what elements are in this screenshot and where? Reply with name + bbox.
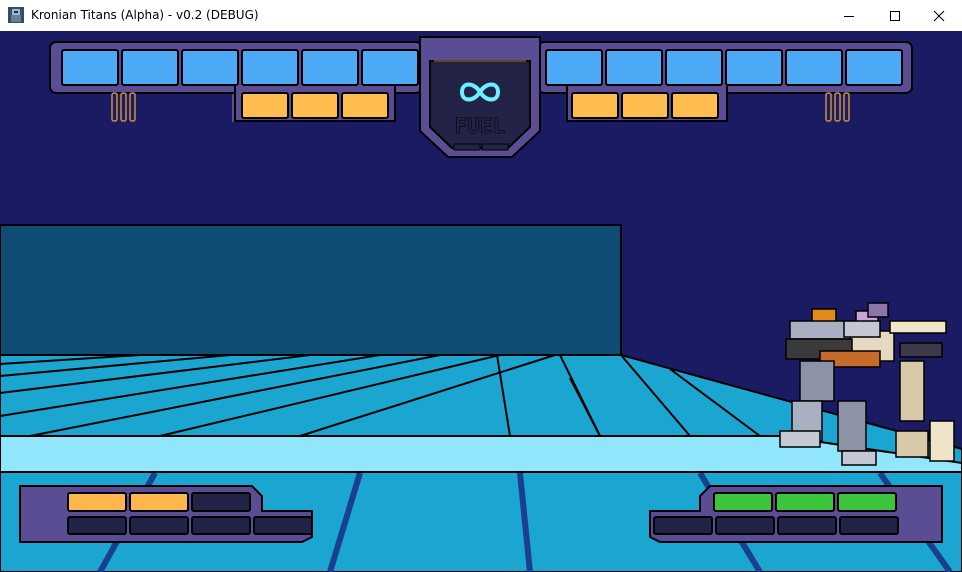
player-2-health-segment (653, 516, 713, 535)
game-viewport[interactable]: FUEL (0, 31, 962, 572)
player-1-health-segment (129, 516, 189, 535)
window-title: Kronian Titans (Alpha) - v0.2 (DEBUG) (31, 8, 259, 22)
back-wall (0, 224, 622, 356)
app-icon (8, 7, 24, 23)
right-energy-bar (571, 92, 719, 119)
player-2-health-segment (839, 516, 899, 535)
left-shield-segment (301, 49, 359, 86)
player-2-ammo-segment (775, 492, 835, 512)
fuel-label: FUEL (455, 114, 506, 138)
left-energy-segment (341, 92, 389, 119)
right-shield-segment (725, 49, 783, 86)
right-energy-segment (571, 92, 619, 119)
right-shield-segment (845, 49, 903, 86)
left-shield-segment (241, 49, 299, 86)
maximize-button[interactable] (872, 0, 918, 31)
player-2-ammo-segment (837, 492, 897, 512)
player-2-ammo-bar (713, 492, 897, 512)
right-energy-segment (621, 92, 669, 119)
close-icon (933, 10, 945, 22)
player-1-ammo-segment (129, 492, 189, 512)
left-shield-segment (121, 49, 179, 86)
player-1-ammo-bar (67, 492, 251, 512)
right-shield-segment (545, 49, 603, 86)
player-1-ammo-segment (191, 492, 251, 512)
player-2-health-segment (715, 516, 775, 535)
right-shield-segment (785, 49, 843, 86)
right-energy-segment (671, 92, 719, 119)
game-window: Kronian Titans (Alpha) - v0.2 (DEBUG) FU… (0, 0, 962, 572)
left-shield-segment (181, 49, 239, 86)
player-2-health-segment (777, 516, 837, 535)
maximize-icon (890, 11, 900, 21)
minimize-button[interactable] (826, 0, 872, 31)
player-1-health-segment (191, 516, 251, 535)
game-scene: FUEL (0, 31, 962, 572)
left-shield-segment (361, 49, 419, 86)
left-shield-segment (61, 49, 119, 86)
player-1-health-segment (253, 516, 313, 535)
title-bar[interactable]: Kronian Titans (Alpha) - v0.2 (DEBUG) (0, 0, 962, 32)
minimize-icon (844, 16, 854, 17)
right-shield-segment (605, 49, 663, 86)
player-1-ammo-segment (67, 492, 127, 512)
left-energy-segment (291, 92, 339, 119)
left-energy-bar (241, 92, 389, 119)
left-energy-segment (241, 92, 289, 119)
player-2-ammo-segment (713, 492, 773, 512)
right-shield-segment (665, 49, 723, 86)
player-1-health-segment (67, 516, 127, 535)
close-button[interactable] (916, 0, 962, 31)
